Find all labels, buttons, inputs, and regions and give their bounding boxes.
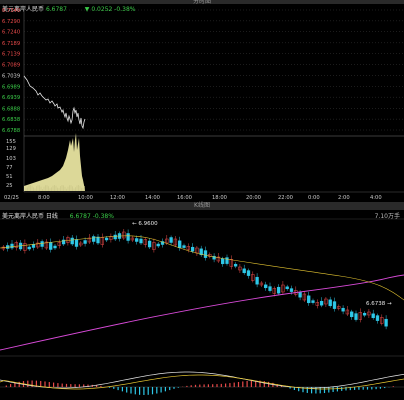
candle-body — [362, 312, 367, 316]
candle-body — [246, 270, 251, 276]
mid-title-bar: K线图 — [0, 202, 404, 210]
time-label: 0:00 — [308, 195, 320, 201]
candle-body — [27, 246, 31, 250]
volume-tick-label: 129 — [6, 146, 16, 152]
candle-body — [53, 245, 57, 249]
candle-body — [307, 295, 311, 304]
candle-body — [40, 241, 44, 247]
time-label: 20:00 — [246, 195, 261, 201]
price-tick-label: 6.7290 — [2, 19, 20, 25]
candle-body — [350, 311, 354, 318]
price-tick-label: 6.6888 — [2, 106, 20, 112]
candle-body — [225, 257, 229, 264]
candle-body — [70, 237, 74, 245]
candle-body — [156, 243, 160, 247]
candle-body — [319, 300, 324, 306]
time-label: 18:00 — [212, 195, 227, 201]
candle-body — [221, 258, 225, 265]
candle-body — [264, 284, 268, 289]
volume-tick-label: 77 — [6, 165, 13, 171]
candle-body — [384, 318, 388, 327]
price-tick-label: 6.7089 — [2, 63, 20, 69]
candle-body — [92, 236, 96, 242]
high-price-label: ← 6.9600 — [132, 221, 158, 227]
time-label: 22:00 — [278, 195, 293, 201]
candle-body — [298, 291, 302, 298]
time-label: 12:00 — [110, 195, 125, 201]
volume-tick-label: 155 — [6, 139, 16, 145]
time-label: 4:00 — [370, 195, 382, 201]
price-tick-label: 6.6788 — [2, 128, 20, 134]
price-tick-label: 6.6838 — [2, 117, 20, 123]
candle-body — [190, 246, 195, 252]
volume-tick-label: 51 — [6, 174, 13, 180]
candle-body — [178, 240, 182, 249]
daily-kline-chart[interactable]: ← 6.9600 6.6738 → — [0, 210, 404, 400]
price-tick-label: 6.7039 — [2, 73, 20, 79]
candle-body — [83, 240, 87, 244]
candle-body — [341, 307, 345, 312]
candle-body — [31, 244, 36, 248]
candle-body — [289, 288, 294, 292]
time-label: 8:00 — [38, 195, 50, 201]
candle-body — [182, 245, 186, 248]
candle-body — [328, 299, 332, 307]
candle-body — [311, 300, 315, 303]
candle-body — [276, 286, 281, 294]
candle-body — [135, 238, 139, 242]
price-line — [23, 75, 86, 130]
volume-tick-label: 103 — [6, 156, 16, 162]
candle-body — [139, 238, 143, 244]
macd-dif-line — [0, 371, 404, 389]
moving-average-line — [0, 274, 404, 351]
intraday-chart[interactable]: 6.7340 6.7290 6.7240 6.7189 6.7139 6.7089 6.70… — [0, 0, 404, 202]
candle-body — [113, 234, 117, 240]
volume-area — [24, 133, 85, 191]
time-label: 14:00 — [145, 195, 160, 201]
price-tick-label: 6.7139 — [2, 52, 20, 58]
time-label: 10:00 — [78, 195, 93, 201]
price-tick-label: 6.6939 — [2, 95, 20, 101]
candle-body — [126, 233, 130, 241]
candle-body — [147, 240, 152, 248]
candle-body — [233, 263, 238, 267]
candle-body — [104, 237, 109, 241]
price-tick-label: 6.7240 — [2, 30, 20, 36]
volume-tick-label: 25 — [6, 183, 13, 189]
candle-body — [10, 243, 14, 249]
candle-body — [255, 276, 259, 285]
candle-body — [371, 313, 375, 319]
candle-body — [203, 250, 208, 258]
low-price-label: 6.6738 → — [366, 301, 392, 307]
candle-body — [332, 301, 337, 309]
candle-body — [74, 239, 79, 247]
candle-body — [169, 237, 173, 243]
candle-body — [49, 242, 53, 250]
candle-body — [354, 313, 358, 320]
time-label: 02/25 — [4, 195, 19, 201]
time-label: 2:00 — [338, 195, 350, 201]
candle-body — [242, 268, 246, 274]
candle-body — [268, 286, 272, 291]
time-label: 16:00 — [177, 195, 192, 201]
candle-body — [285, 286, 289, 290]
candle-body — [375, 315, 380, 321]
price-tick-label: 6.7340 — [2, 8, 20, 14]
price-tick-label: 6.7189 — [2, 41, 20, 47]
price-tick-label: 6.6989 — [2, 84, 20, 90]
